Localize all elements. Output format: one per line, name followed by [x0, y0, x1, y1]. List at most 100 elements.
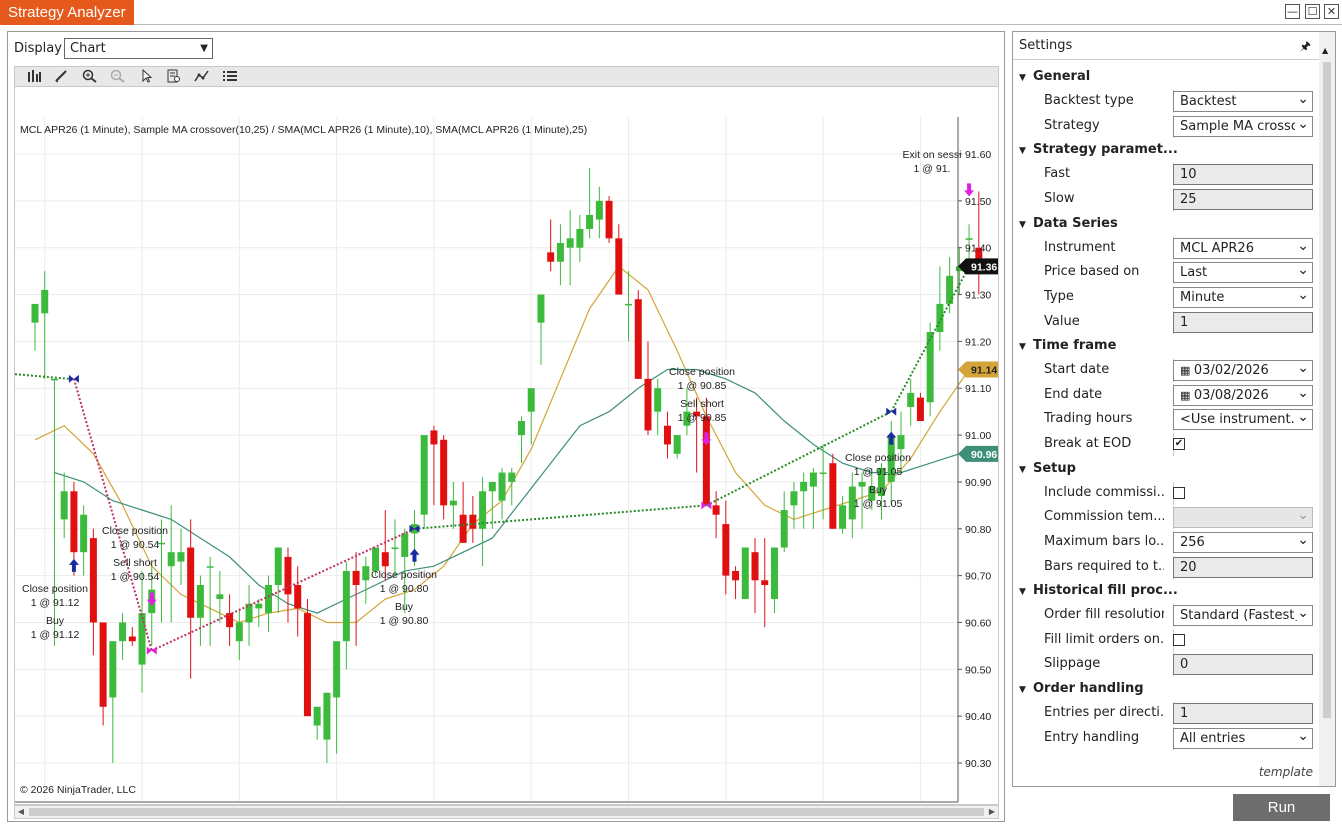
list-icon[interactable] [221, 69, 239, 85]
price-chart[interactable]: 91.60 91.50 91.40 91.30 91.20 91.10 91.00 90.90… [15, 87, 998, 805]
scroll-left-icon[interactable]: ◀ [15, 806, 27, 818]
scroll-up-icon[interactable]: ▲ [1322, 46, 1328, 55]
price-tick-label: 90.50 [965, 664, 991, 676]
property-label: Commission tem... [1044, 509, 1164, 525]
candle-body [440, 439, 448, 506]
property-select[interactable]: Sample MA crosso ⌄ [1173, 115, 1313, 137]
section-header[interactable]: ▼ Data Series [1019, 214, 1118, 234]
chevron-down-icon[interactable]: ⌄ [1295, 728, 1309, 743]
horizontal-scrollbar[interactable]: ◀ ▶ [14, 805, 999, 819]
property-select[interactable]: Minute ⌄ [1173, 286, 1313, 308]
candle-body [946, 275, 954, 304]
section-header[interactable]: ▼ General [1019, 67, 1090, 87]
chevron-down-icon[interactable]: ⌄ [1295, 385, 1309, 400]
trade-annotations: Close position 1 @ 91.12 Buy 1 @ 91.12 Close… [22, 149, 961, 641]
property-value: 25 [1180, 192, 1197, 207]
property-value: 20 [1180, 559, 1197, 575]
window-title: Strategy Analyzer [0, 0, 134, 25]
settings-scrollbar[interactable]: ▲ [1319, 32, 1335, 786]
zoom-out-icon[interactable] [109, 69, 127, 85]
price-tick-label: 90.80 [965, 524, 991, 536]
section-title: Data Series [1033, 215, 1118, 231]
template-link[interactable]: template [1259, 765, 1313, 779]
settings-scrollbar-thumb[interactable] [1323, 62, 1331, 718]
candle-body [926, 332, 934, 403]
candle-body [391, 547, 399, 550]
property-select[interactable]: ▦ 03/08/2026 ⌄ [1173, 384, 1313, 406]
property-select[interactable]: ▦ 03/02/2026 ⌄ [1173, 360, 1313, 382]
property-input[interactable]: 0 [1173, 654, 1313, 676]
property-input[interactable]: 1 [1173, 311, 1313, 333]
collapse-icon[interactable]: ▼ [1019, 460, 1033, 480]
collapse-icon[interactable]: ▼ [1019, 337, 1033, 357]
property-select[interactable]: Standard (Fastest) ⌄ [1173, 605, 1313, 627]
chevron-down-icon[interactable]: ⌄ [1295, 532, 1309, 547]
property-input[interactable]: 10 [1173, 164, 1313, 186]
collapse-icon[interactable]: ▼ [1019, 141, 1033, 161]
pin-icon[interactable]: 🖈 [1300, 32, 1311, 60]
scroll-right-icon[interactable]: ▶ [986, 806, 998, 818]
collapse-icon[interactable]: ▼ [1019, 215, 1033, 235]
property-select[interactable]: 256 ⌄ [1173, 531, 1313, 553]
chevron-down-icon[interactable]: ⌄ [1295, 287, 1309, 302]
property-select[interactable]: Last ⌄ [1173, 262, 1313, 284]
collapse-icon[interactable]: ▼ [1019, 582, 1033, 602]
candle-body [303, 613, 311, 717]
candle-body [761, 580, 769, 585]
property-select[interactable]: ⌄ [1173, 507, 1313, 529]
collapse-icon[interactable]: ▼ [1019, 680, 1033, 700]
section-header[interactable]: ▼ Time frame [1019, 336, 1116, 356]
chevron-down-icon[interactable]: ⌄ [1295, 116, 1309, 131]
property-input[interactable]: 1 [1173, 703, 1313, 725]
chevron-down-icon[interactable]: ⌄ [1295, 238, 1309, 253]
property-select[interactable]: MCL APR26 ⌄ [1173, 237, 1313, 259]
run-button[interactable]: Run [1233, 794, 1330, 821]
section-header[interactable]: ▼ Order handling [1019, 679, 1144, 699]
pointer-icon[interactable] [137, 68, 155, 85]
maximize-icon[interactable]: ☐ [1305, 4, 1320, 19]
chevron-down-icon[interactable]: ⌄ [1295, 410, 1309, 425]
calendar-icon[interactable]: ▦ [1180, 364, 1194, 377]
minimize-icon[interactable]: — [1285, 4, 1300, 19]
chevron-down-icon[interactable]: ⌄ [1295, 606, 1309, 621]
section-header[interactable]: ▼ Strategy paramet... [1019, 140, 1178, 160]
property-label: End date [1044, 386, 1103, 402]
bar-chart-icon[interactable] [25, 69, 43, 85]
property-select[interactable]: All entries ⌄ [1173, 727, 1313, 749]
zoom-in-icon[interactable] [81, 69, 99, 85]
chevron-down-icon[interactable]: ⌄ [1295, 263, 1309, 278]
candle-body [790, 491, 798, 506]
price-tick-label: 90.70 [965, 571, 991, 583]
candle-body [702, 416, 710, 506]
section-header[interactable]: ▼ Setup [1019, 459, 1076, 479]
property-select[interactable]: <Use instrument... ⌄ [1173, 409, 1313, 431]
chevron-down-icon[interactable]: ⌄ [1295, 508, 1309, 523]
property-input[interactable]: 20 [1173, 556, 1313, 578]
settings-header: Settings 🖈 [1013, 32, 1335, 60]
property-select[interactable]: Backtest ⌄ [1173, 91, 1313, 113]
indicator-icon[interactable] [193, 69, 211, 85]
price-tick-label: 90.90 [965, 477, 991, 489]
display-select[interactable]: Chart ▼ [64, 38, 213, 59]
chevron-down-icon[interactable]: ⌄ [1295, 361, 1309, 376]
property-checkbox[interactable]: ✔ [1173, 438, 1185, 450]
pencil-icon[interactable] [53, 69, 71, 85]
property-checkbox[interactable] [1173, 486, 1185, 499]
section-header[interactable]: ▼ Historical fill proc... [1019, 581, 1178, 601]
property-label: Backtest type [1044, 93, 1134, 109]
exit-marker-icon [886, 407, 897, 416]
chevron-down-icon[interactable]: ⌄ [1295, 92, 1309, 107]
data-box-icon[interactable] [165, 69, 183, 85]
property-value: 0 [1180, 657, 1189, 673]
chart-area[interactable]: 91.60 91.50 91.40 91.30 91.20 91.10 91.00 90.90… [14, 87, 999, 805]
candle-body [119, 622, 127, 642]
property-input[interactable]: 25 [1173, 189, 1313, 210]
property-label: Break at EOD [1044, 436, 1132, 451]
collapse-icon[interactable]: ▼ [1019, 68, 1033, 88]
scrollbar-thumb[interactable] [29, 808, 984, 816]
close-icon[interactable]: ✕ [1324, 4, 1339, 19]
property-value: 256 [1180, 534, 1205, 550]
property-checkbox[interactable] [1173, 633, 1185, 646]
candle-body [323, 692, 331, 740]
calendar-icon[interactable]: ▦ [1180, 389, 1194, 402]
